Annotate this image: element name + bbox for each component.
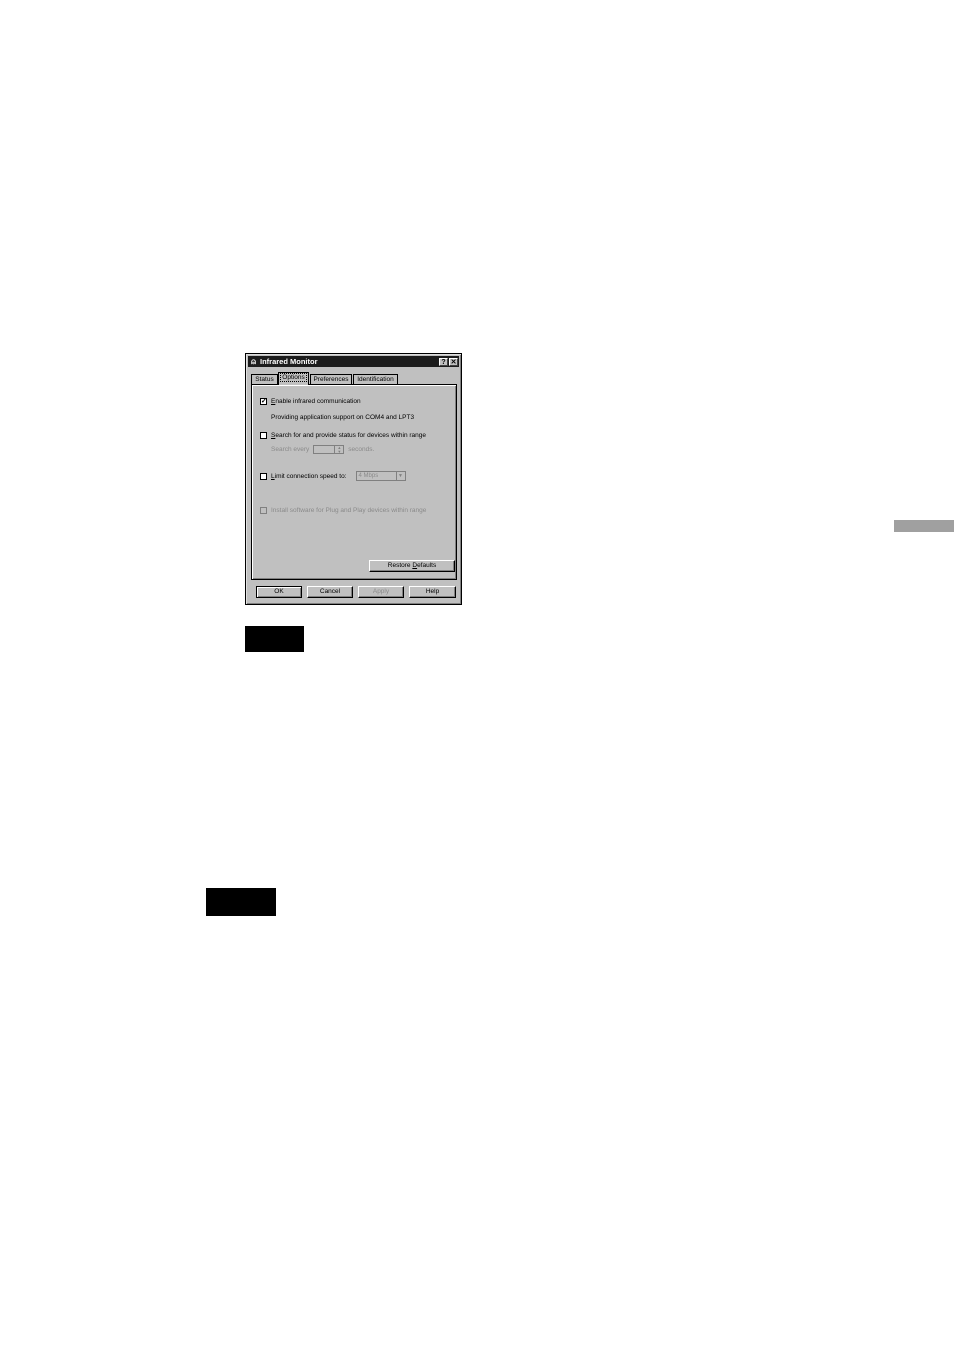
- search-interval-spinner[interactable]: ▲ ▼: [313, 445, 345, 454]
- apply-button: Apply: [358, 586, 404, 598]
- infrared-monitor-dialog: ⍝ Infrared Monitor ? ✕ Status Options Pr…: [245, 353, 462, 605]
- support-text: Providing application support on COM4 an…: [271, 414, 415, 421]
- limit-speed-row[interactable]: Limit connection speed to: 4 Mbps ▼: [260, 471, 406, 481]
- limit-speed-label: Limit connection speed to:: [271, 472, 347, 480]
- speed-value: 4 Mbps: [358, 473, 379, 479]
- ok-button[interactable]: OK: [256, 586, 302, 598]
- search-checkbox[interactable]: [260, 432, 267, 439]
- dialog-title: Infrared Monitor: [260, 357, 318, 366]
- install-pnp-row: Install software for Plug and Play devic…: [260, 507, 426, 514]
- side-index-tab: [894, 520, 954, 532]
- search-every-label: Search every: [271, 446, 310, 453]
- speed-select[interactable]: 4 Mbps ▼: [355, 471, 406, 481]
- limit-speed-checkbox[interactable]: [260, 472, 267, 480]
- tab-options-label: Options: [280, 373, 307, 382]
- spinner-arrows-icon: ▲ ▼: [334, 446, 343, 453]
- search-every-row: Search every ▲ ▼ seconds.: [271, 445, 374, 454]
- install-pnp-label: Install software for Plug and Play devic…: [271, 507, 427, 514]
- tab-options[interactable]: Options: [278, 372, 309, 385]
- seconds-label: seconds.: [348, 446, 375, 453]
- enable-ir-row[interactable]: ✓ Enable infrared communication: [260, 398, 361, 405]
- note-label-block: [245, 626, 304, 652]
- install-pnp-checkbox: [260, 507, 267, 514]
- caution-label-block: [206, 888, 276, 916]
- help-button[interactable]: Help: [409, 586, 456, 598]
- chevron-down-icon: ▼: [395, 472, 405, 480]
- close-icon[interactable]: ✕: [449, 357, 458, 366]
- cancel-button[interactable]: Cancel: [307, 586, 353, 598]
- title-bar: ⍝ Infrared Monitor ? ✕: [248, 356, 459, 367]
- help-icon[interactable]: ?: [439, 357, 448, 366]
- search-row[interactable]: Search for and provide status for device…: [260, 432, 426, 439]
- enable-ir-label: Enable infrared communication: [271, 398, 361, 405]
- restore-defaults-button[interactable]: Restore Defaults: [369, 560, 455, 572]
- infrared-app-icon: ⍝: [251, 356, 256, 366]
- enable-ir-checkbox[interactable]: ✓: [260, 398, 267, 405]
- options-panel: ✓ Enable infrared communication Providin…: [251, 384, 457, 580]
- search-label: Search for and provide status for device…: [271, 432, 427, 439]
